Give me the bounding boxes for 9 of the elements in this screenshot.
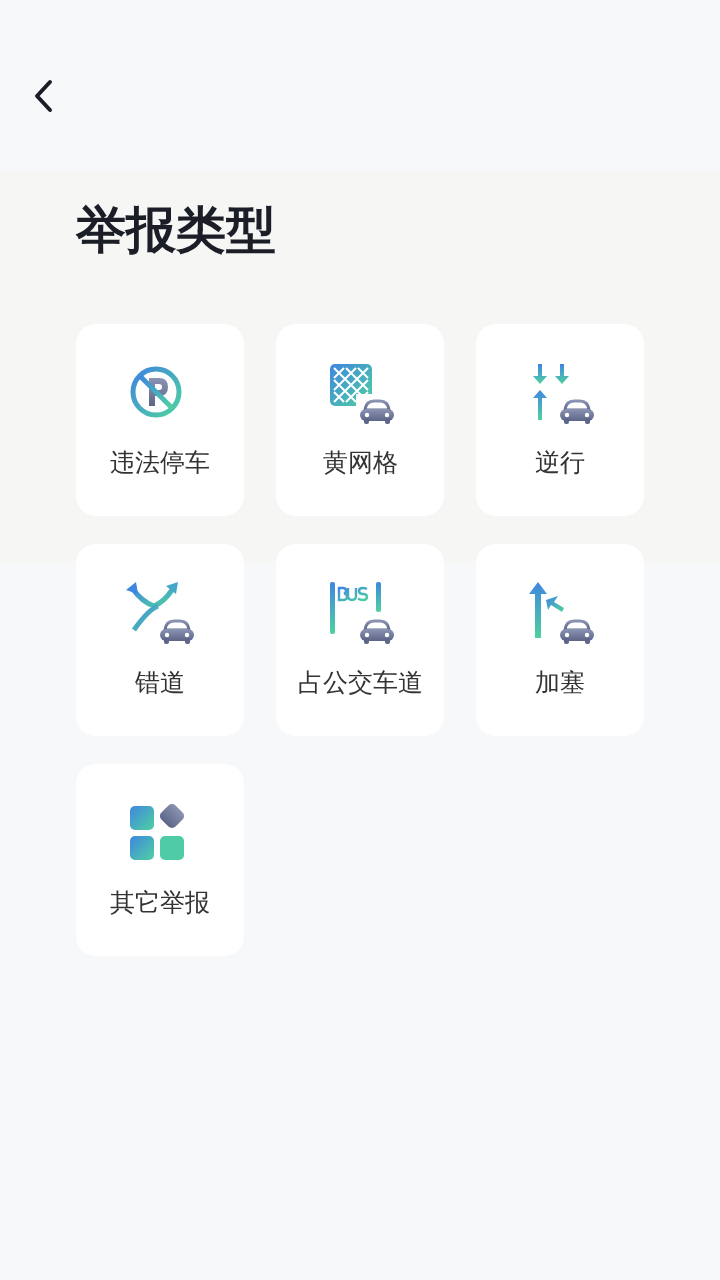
sheet-title: 举报类型 — [76, 200, 277, 261]
report-type-card[interactable]: 违法停车 — [76, 324, 244, 516]
report-type-card[interactable]: 逆行 — [476, 324, 644, 516]
report-type-card[interactable]: 加塞 — [476, 544, 644, 736]
report-type-card[interactable]: 占公交车道 — [276, 544, 444, 736]
back-icon — [32, 79, 54, 113]
report-type-card[interactable]: 错道 — [76, 544, 244, 736]
report-type-card[interactable]: 黄网格 — [276, 324, 444, 516]
report-type-card[interactable]: 其它举报 — [76, 764, 244, 956]
